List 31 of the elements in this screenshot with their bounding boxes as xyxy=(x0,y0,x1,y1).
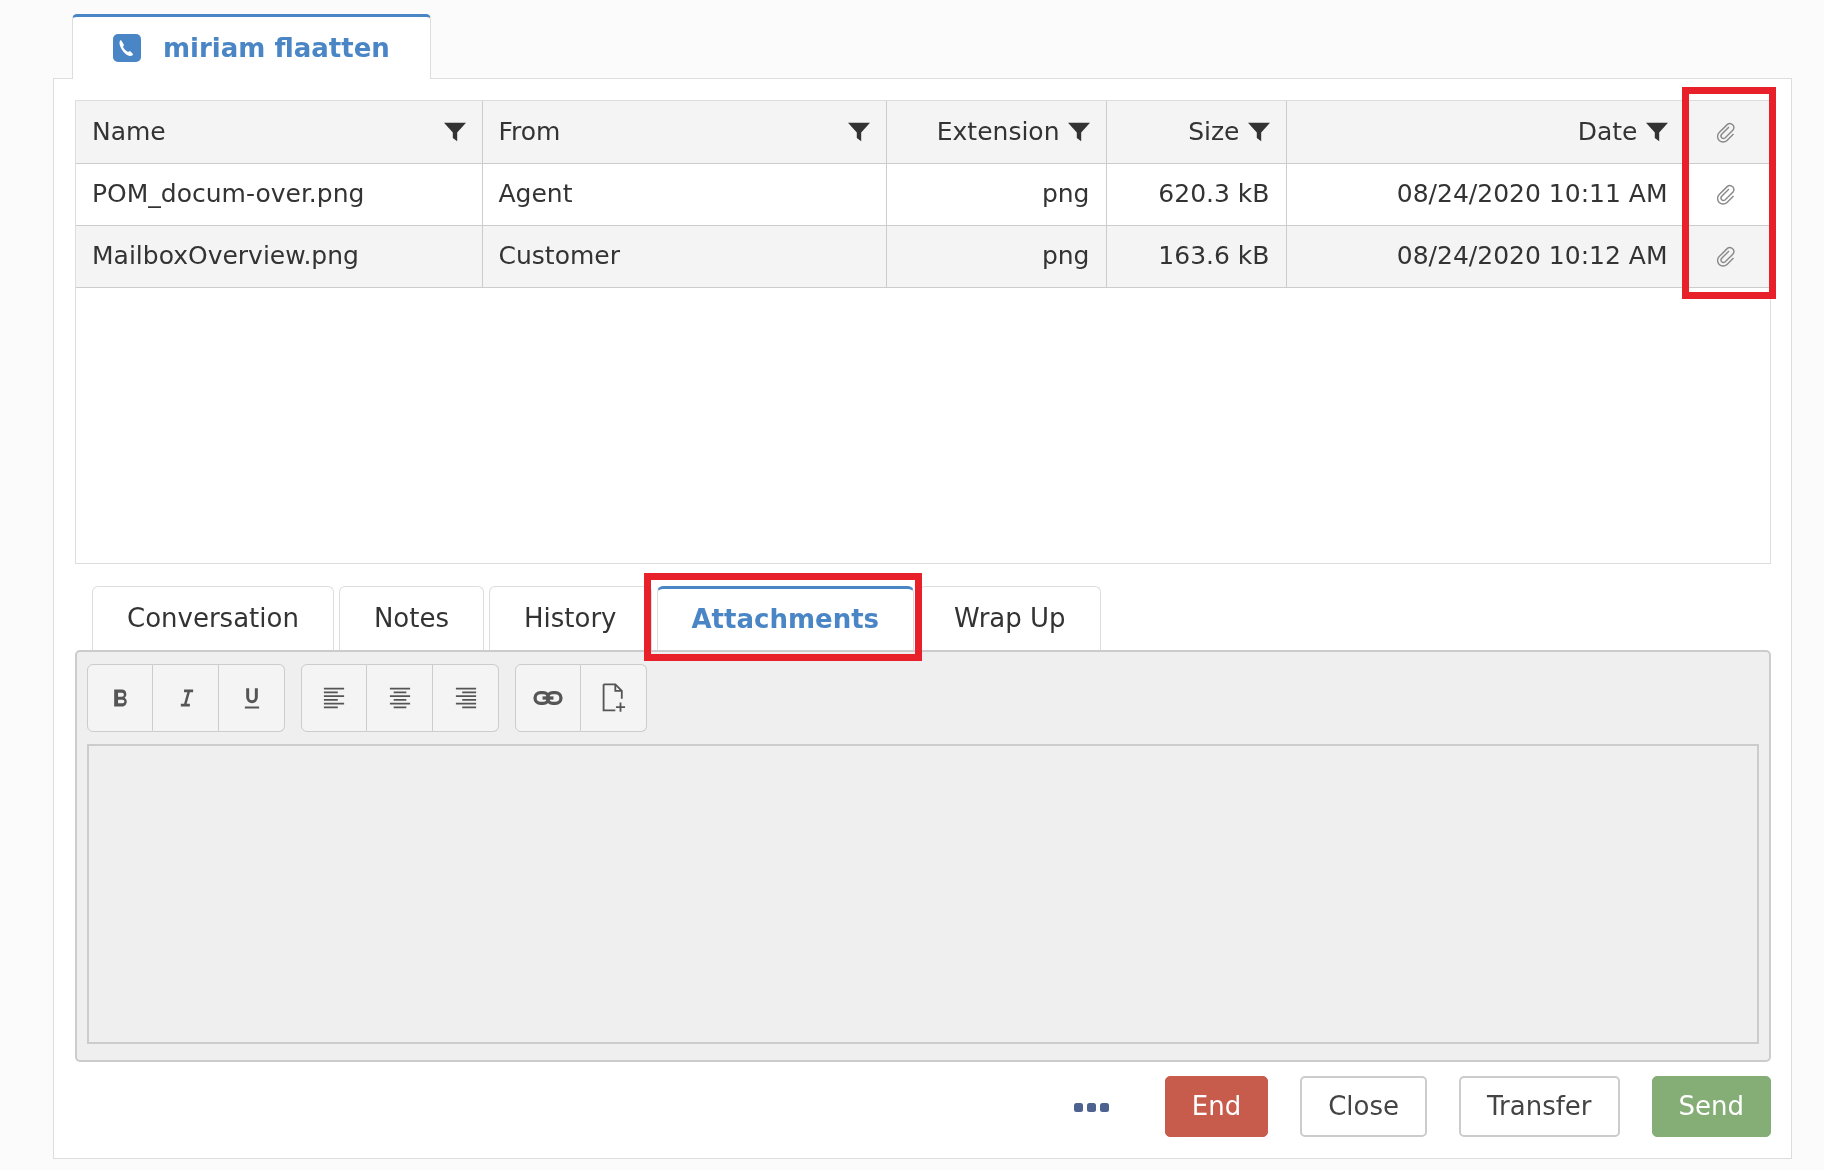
tab[interactable]: History xyxy=(489,586,652,650)
action-button[interactable]: Transfer xyxy=(1458,1076,1620,1137)
link-icon xyxy=(533,688,563,708)
toolbar-button[interactable] xyxy=(301,664,367,732)
align-left-icon xyxy=(321,686,347,710)
table-cell: 163.6 kB xyxy=(1106,225,1286,287)
toolbar-button[interactable] xyxy=(581,664,647,732)
phone-icon xyxy=(113,34,141,62)
tab[interactable]: Attachments xyxy=(656,586,915,650)
toolbar-button[interactable] xyxy=(87,664,153,732)
tab[interactable]: Wrap Up xyxy=(919,586,1101,650)
table-cell: png xyxy=(886,225,1106,287)
table-cell: png xyxy=(886,163,1106,225)
tab[interactable]: Notes xyxy=(338,586,484,650)
table-cell: Customer xyxy=(482,225,886,287)
action-button[interactable]: Close xyxy=(1300,1076,1427,1137)
tab[interactable]: Conversation xyxy=(92,586,334,650)
table-cell: Agent xyxy=(482,163,886,225)
toolbar-button[interactable] xyxy=(219,664,285,732)
toolbar-button[interactable] xyxy=(433,664,499,732)
toolbar-button[interactable] xyxy=(515,664,581,732)
action-button[interactable]: End xyxy=(1164,1076,1269,1137)
table-cell: MailboxOverview.png xyxy=(76,225,482,287)
table-cell: 620.3 kB xyxy=(1106,163,1286,225)
table-cell: 08/24/2020 10:11 AM xyxy=(1286,163,1684,225)
ellipsis-icon xyxy=(1073,1102,1109,1112)
new-file-icon xyxy=(600,683,627,713)
table-cell: 08/24/2020 10:12 AM xyxy=(1286,225,1684,287)
table-cell: POM_docum-over.png xyxy=(76,163,482,225)
contact-tab[interactable]: miriam flaatten xyxy=(72,14,431,79)
toolbar-button[interactable] xyxy=(367,664,433,732)
